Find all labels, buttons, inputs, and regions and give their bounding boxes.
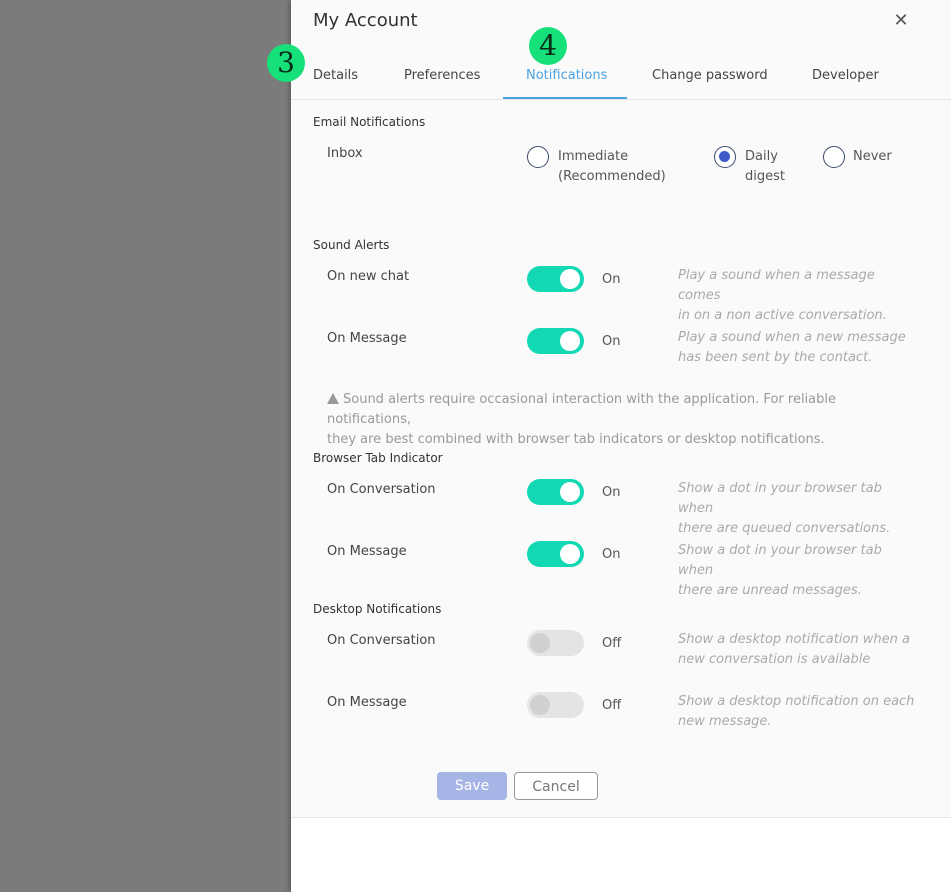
warning-icon bbox=[327, 393, 339, 404]
toggle-knob bbox=[560, 482, 580, 502]
radio-immediate-label: Immediate (Recommended) bbox=[558, 147, 666, 187]
desktop-message-label: On Message bbox=[327, 695, 407, 710]
desktop-message-toggle[interactable] bbox=[527, 692, 584, 718]
desktop-message-description: Show a desktop notification on each new … bbox=[678, 692, 918, 732]
browser-conversation-toggle[interactable] bbox=[527, 479, 584, 505]
desc-line: Play a sound when a new message bbox=[678, 330, 906, 345]
sound-alerts-note: Sound alerts require occasional interact… bbox=[327, 390, 907, 450]
note-line-1: Sound alerts require occasional interact… bbox=[327, 392, 836, 427]
radio-immediate[interactable] bbox=[527, 146, 549, 168]
sound-new-chat-state: On bbox=[602, 272, 621, 287]
sound-new-chat-description: Play a sound when a message comes in on … bbox=[678, 266, 918, 326]
email-notifications-title: Email Notifications bbox=[313, 115, 426, 129]
desc-line: there are queued conversations. bbox=[678, 521, 891, 536]
browser-message-toggle[interactable] bbox=[527, 541, 584, 567]
desc-line: Show a desktop notification on each bbox=[678, 694, 915, 709]
sound-message-label: On Message bbox=[327, 331, 407, 346]
desc-line: in on a non active conversation. bbox=[678, 308, 887, 323]
toggle-knob bbox=[530, 633, 550, 653]
radio-never-label: Never bbox=[853, 149, 892, 164]
sound-message-description: Play a sound when a new message has been… bbox=[678, 328, 918, 368]
step-badge-3: 3 bbox=[267, 44, 305, 82]
desktop-message-state: Off bbox=[602, 698, 622, 713]
tab-change-password[interactable]: Change password bbox=[652, 68, 768, 83]
toggle-knob bbox=[530, 695, 550, 715]
tab-details[interactable]: Details bbox=[313, 68, 358, 83]
browser-message-description: Show a dot in your browser tab when ther… bbox=[678, 541, 918, 601]
radio-immediate-line2: (Recommended) bbox=[558, 169, 666, 184]
radio-daily-line1: Daily bbox=[745, 149, 778, 164]
tab-notifications[interactable]: Notifications bbox=[526, 68, 607, 83]
desc-line: Show a dot in your browser tab when bbox=[678, 543, 882, 578]
radio-daily-digest-label: Daily digest bbox=[745, 147, 785, 187]
desc-line: Play a sound when a message comes bbox=[678, 268, 875, 303]
radio-never[interactable] bbox=[823, 146, 845, 168]
browser-conversation-description: Show a dot in your browser tab when ther… bbox=[678, 479, 918, 539]
desc-line: there are unread messages. bbox=[678, 583, 862, 598]
radio-daily-line2: digest bbox=[745, 169, 785, 184]
radio-immediate-line1: Immediate bbox=[558, 149, 629, 164]
desktop-notifications-title: Desktop Notifications bbox=[313, 602, 442, 616]
tab-bar: Details Preferences Notifications Change… bbox=[291, 54, 951, 100]
inbox-label: Inbox bbox=[327, 146, 363, 161]
toggle-knob bbox=[560, 331, 580, 351]
sound-new-chat-label: On new chat bbox=[327, 269, 410, 284]
page-title: My Account bbox=[313, 10, 418, 31]
sound-message-toggle[interactable] bbox=[527, 328, 584, 354]
tab-developer[interactable]: Developer bbox=[812, 68, 879, 83]
desktop-conversation-label: On Conversation bbox=[327, 633, 436, 648]
panel-body: My Account ✕ Details Preferences Notific… bbox=[291, 0, 951, 818]
note-line-2: they are best combined with browser tab … bbox=[327, 432, 825, 447]
radio-daily-digest[interactable] bbox=[714, 146, 736, 168]
cancel-button[interactable]: Cancel bbox=[514, 772, 598, 800]
desktop-conversation-state: Off bbox=[602, 636, 622, 651]
desc-line: Show a desktop notification when a bbox=[678, 632, 910, 647]
account-panel: My Account ✕ Details Preferences Notific… bbox=[291, 0, 951, 892]
desktop-conversation-toggle[interactable] bbox=[527, 630, 584, 656]
browser-conversation-state: On bbox=[602, 485, 621, 500]
desc-line: new message. bbox=[678, 714, 772, 729]
toggle-knob bbox=[560, 544, 580, 564]
browser-message-state: On bbox=[602, 547, 621, 562]
active-tab-indicator bbox=[503, 97, 627, 99]
step-badge-4: 4 bbox=[529, 27, 567, 65]
close-icon[interactable]: ✕ bbox=[891, 10, 911, 32]
desc-line: has been sent by the contact. bbox=[678, 350, 873, 365]
desc-line: Show a dot in your browser tab when bbox=[678, 481, 882, 516]
desktop-conversation-description: Show a desktop notification when a new c… bbox=[678, 630, 918, 670]
toggle-knob bbox=[560, 269, 580, 289]
browser-tab-indicator-title: Browser Tab Indicator bbox=[313, 451, 443, 465]
sound-message-state: On bbox=[602, 334, 621, 349]
sound-alerts-title: Sound Alerts bbox=[313, 238, 390, 252]
browser-conversation-label: On Conversation bbox=[327, 482, 436, 497]
browser-message-label: On Message bbox=[327, 544, 407, 559]
save-button[interactable]: Save bbox=[437, 772, 507, 800]
backdrop-overlay[interactable] bbox=[0, 0, 291, 892]
tab-preferences[interactable]: Preferences bbox=[404, 68, 480, 83]
sound-new-chat-toggle[interactable] bbox=[527, 266, 584, 292]
desc-line: new conversation is available bbox=[678, 652, 871, 667]
